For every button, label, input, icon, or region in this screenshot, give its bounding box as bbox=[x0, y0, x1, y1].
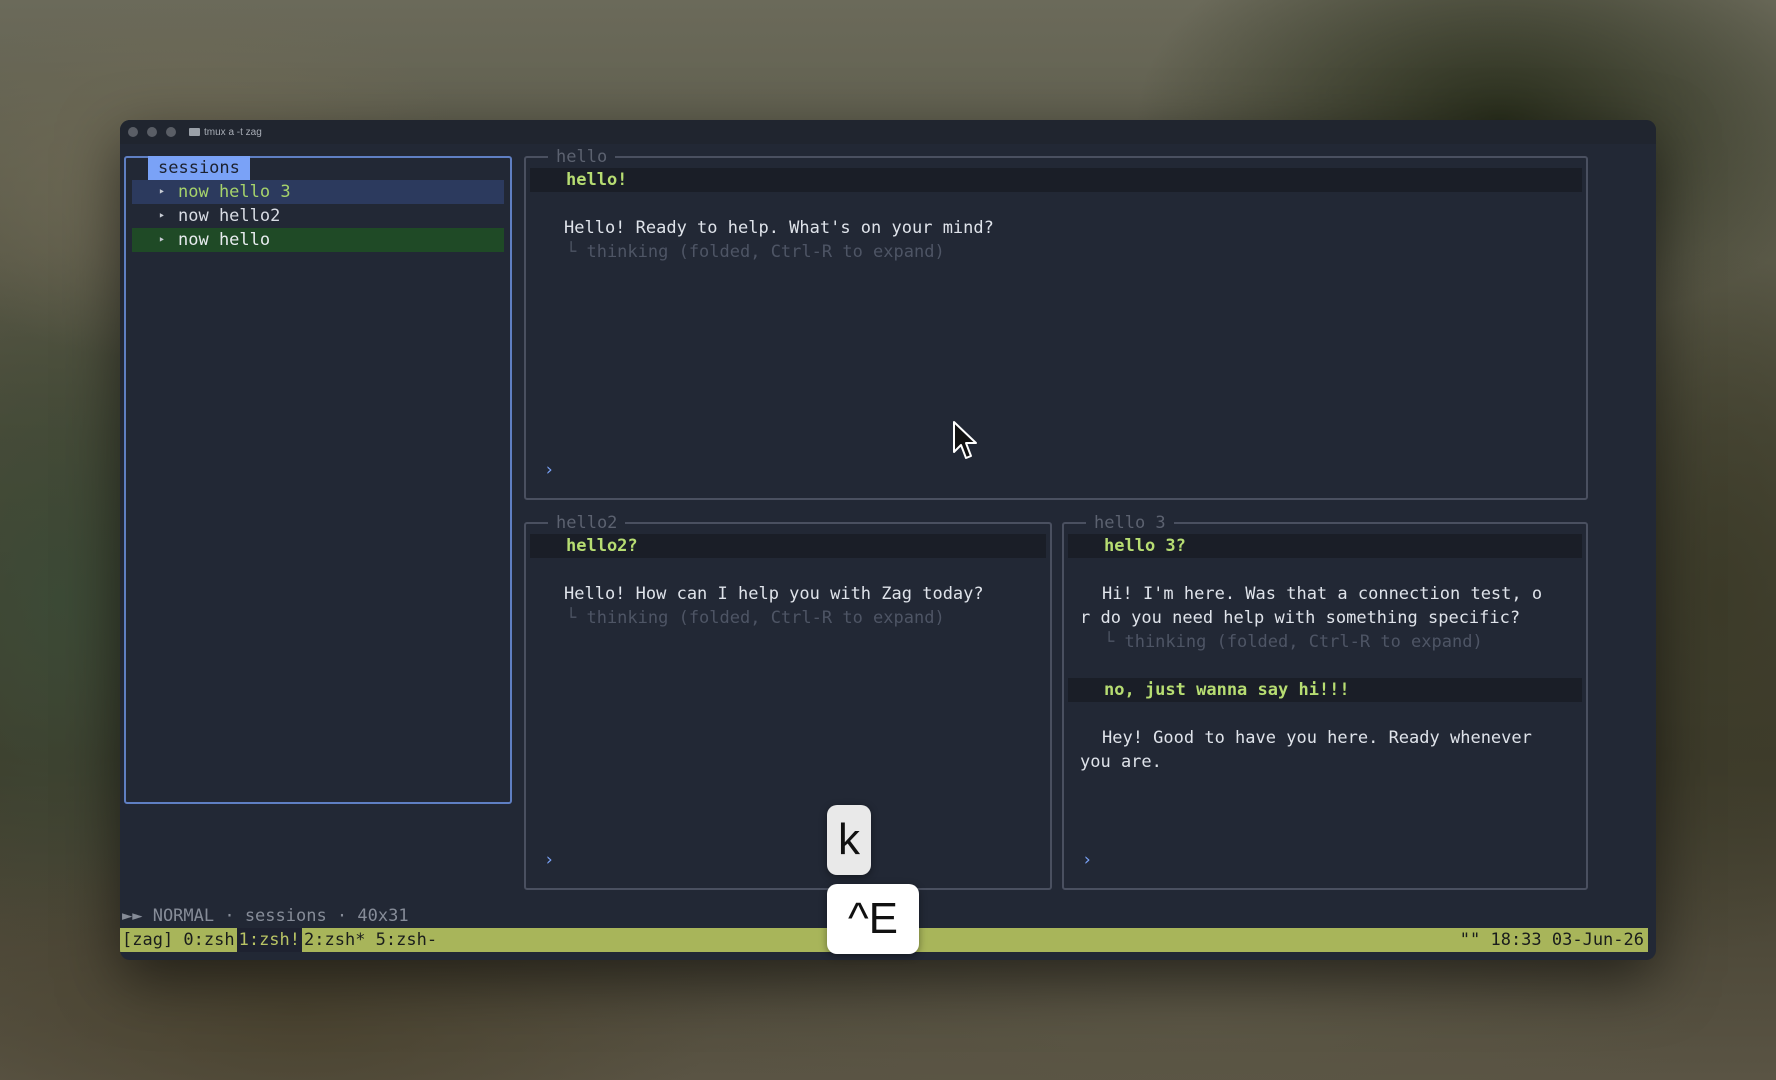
session-item-hello-3[interactable]: ‣ now hello 3 bbox=[132, 180, 504, 204]
pane-title: hello 3 bbox=[1086, 513, 1174, 533]
assistant-reply: Hello! Ready to help. What's on your min… bbox=[564, 218, 994, 238]
mouse-cursor-icon bbox=[953, 421, 977, 459]
pane-title: hello2 bbox=[548, 513, 626, 533]
session-item-hello2[interactable]: ‣ now hello2 bbox=[132, 204, 504, 228]
input-prompt[interactable]: › bbox=[1082, 850, 1092, 870]
tmux-session-name: [zag] 0:zsh bbox=[122, 930, 235, 950]
session-item-hello[interactable]: ‣ now hello bbox=[132, 228, 504, 252]
session-list: ‣ now hello 3 ‣ now hello2 ‣ now hello bbox=[132, 180, 504, 252]
sessions-pane[interactable]: sessions ‣ now hello 3 ‣ now hello2 ‣ no… bbox=[124, 156, 512, 804]
assistant-reply: Hi! I'm here. Was that a connection test… bbox=[1102, 584, 1543, 604]
assistant-reply: you are. bbox=[1080, 752, 1162, 772]
assistant-reply: r do you need help with something specif… bbox=[1080, 608, 1521, 628]
minimize-window-button[interactable] bbox=[147, 127, 157, 137]
chevron-right-icon: ‣ bbox=[158, 209, 166, 223]
thinking-folded[interactable]: └ thinking (folded, Ctrl-R to expand) bbox=[1104, 630, 1483, 654]
terminal-window: tmux a -t zag sessions ‣ now hello 3 ‣ n… bbox=[120, 120, 1656, 960]
chat-pane-hello2[interactable]: hello2 hello2? Hello! How can I help you… bbox=[524, 513, 1052, 890]
user-message: no, just wanna say hi!!! bbox=[1068, 678, 1582, 702]
thinking-folded[interactable]: └ thinking (folded, Ctrl-R to expand) bbox=[566, 606, 945, 630]
window-title: tmux a -t zag bbox=[189, 127, 262, 138]
mode-status-line: ►► NORMAL · sessions · 40x31 bbox=[122, 906, 409, 926]
close-window-button[interactable] bbox=[128, 127, 138, 137]
folder-icon bbox=[189, 128, 200, 136]
chat-pane-hello[interactable]: hello hello! Hello! Ready to help. What'… bbox=[524, 147, 1588, 500]
chevron-right-icon: ‣ bbox=[158, 233, 166, 247]
thinking-folded[interactable]: └ thinking (folded, Ctrl-R to expand) bbox=[566, 240, 945, 264]
assistant-reply: Hello! How can I help you with Zag today… bbox=[564, 584, 984, 604]
pane-title: hello bbox=[548, 147, 616, 167]
assistant-reply: Hey! Good to have you here. Ready whenev… bbox=[1102, 728, 1532, 748]
session-label: now hello bbox=[178, 230, 271, 250]
input-prompt[interactable]: › bbox=[544, 460, 554, 480]
session-label: now hello2 bbox=[178, 206, 281, 226]
tmux-window-list[interactable]: 2:zsh* 5:zsh- bbox=[302, 928, 439, 952]
input-prompt[interactable]: › bbox=[544, 850, 554, 870]
user-message: hello2? bbox=[530, 534, 1046, 558]
zoom-window-button[interactable] bbox=[166, 127, 176, 137]
tmux-window-current[interactable]: 1:zsh! bbox=[236, 928, 303, 952]
session-label: now hello 3 bbox=[178, 182, 291, 202]
user-message: hello 3? bbox=[1068, 534, 1582, 558]
chevron-right-icon: ‣ bbox=[158, 185, 166, 199]
keystroke-ctrl-e-badge: ^E bbox=[827, 884, 919, 954]
title-bar: tmux a -t zag bbox=[120, 120, 1656, 144]
sessions-tab[interactable]: sessions bbox=[148, 156, 250, 180]
keystroke-k-badge: k bbox=[827, 805, 871, 875]
user-message: hello! bbox=[530, 168, 1582, 192]
chat-pane-hello-3[interactable]: hello 3 hello 3? Hi! I'm here. Was that … bbox=[1062, 513, 1588, 890]
tmux-clock: "" 18:33 03-Jun-26 bbox=[1459, 930, 1644, 950]
window-title-text: tmux a -t zag bbox=[204, 126, 262, 138]
